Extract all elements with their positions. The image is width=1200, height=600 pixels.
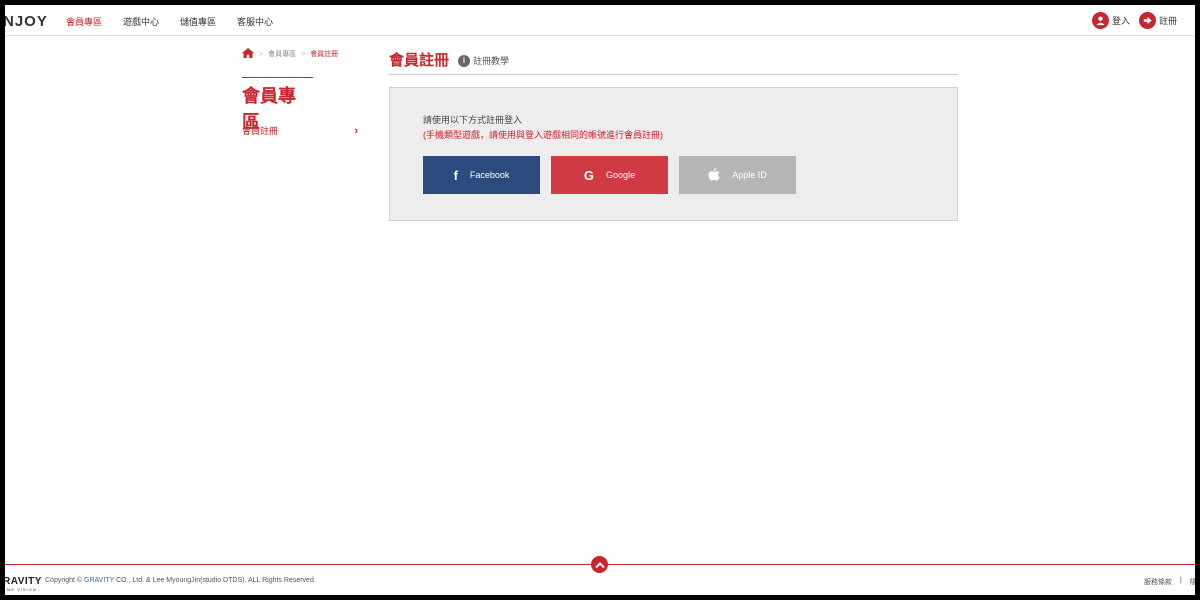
- instruction-text: 請使用以下方式註冊登入: [423, 115, 523, 125]
- copyright-suffix: CO., Ltd. & Lee MyoungJin(studio DTDS). …: [116, 577, 316, 584]
- copyright-prefix: Copyright ©: [45, 577, 83, 584]
- footer-logo-sub: ME VISION: [7, 587, 37, 592]
- copyright-brand[interactable]: GRAVITY: [84, 577, 114, 584]
- nav-item-support[interactable]: 客服中心: [237, 15, 273, 28]
- info-icon: i: [458, 54, 471, 67]
- home-icon[interactable]: [242, 48, 254, 60]
- breadcrumb: > 會員專區 > 會員註冊: [242, 48, 338, 60]
- footer-link-separator: |: [1180, 577, 1182, 584]
- top-header: NJOY 會員專區 遊戲中心 儲值專區 客服中心 登入 註冊: [5, 5, 1195, 36]
- breadcrumb-member[interactable]: 會員專區: [268, 49, 296, 59]
- tutorial-link[interactable]: i 註冊教學: [458, 54, 509, 67]
- arrow-right-icon: [1138, 12, 1156, 29]
- footer-link-privacy[interactable]: 隱私: [1190, 577, 1195, 587]
- chevron-up-icon: [594, 561, 605, 568]
- footer-logo: RAVITY: [5, 576, 42, 587]
- apple-button[interactable]: Apple ID: [679, 156, 796, 194]
- page-title: 會員註冊: [389, 52, 450, 69]
- login-link[interactable]: 登入: [1091, 12, 1130, 29]
- chevron-right-icon: ›: [354, 124, 358, 137]
- google-button[interactable]: G Google: [551, 156, 668, 194]
- copyright-text: Copyright © GRAVITY CO., Ltd. & Lee Myou…: [45, 577, 316, 584]
- nav-item-topup[interactable]: 儲值專區: [180, 15, 216, 28]
- google-label: Google: [606, 170, 636, 180]
- page-header: 會員註冊 i 註冊教學: [389, 49, 958, 75]
- site-logo[interactable]: NJOY: [5, 13, 48, 30]
- page-frame: NJOY 會員專區 遊戲中心 儲值專區 客服中心 登入 註冊 > 會員專區 > …: [5, 5, 1195, 595]
- register-link[interactable]: 註冊: [1138, 12, 1177, 29]
- back-to-top-button[interactable]: [591, 556, 608, 573]
- breadcrumb-separator: >: [259, 50, 264, 58]
- register-label: 註冊: [1158, 16, 1177, 26]
- user-icon: [1091, 12, 1109, 29]
- facebook-icon: f: [453, 167, 458, 183]
- breadcrumb-current: 會員註冊: [310, 51, 339, 58]
- facebook-button[interactable]: f Facebook: [423, 156, 540, 194]
- apple-label: Apple ID: [732, 170, 767, 180]
- sidebar-item-register[interactable]: 會員註冊 ›: [242, 124, 358, 137]
- apple-icon: [708, 168, 720, 182]
- nav-item-games[interactable]: 遊戲中心: [123, 15, 159, 28]
- facebook-label: Facebook: [469, 170, 510, 180]
- user-links: 登入 註冊: [1091, 12, 1177, 29]
- nav-item-member[interactable]: 會員專區: [66, 15, 102, 28]
- login-label: 登入: [1111, 16, 1130, 26]
- note-text: (手機類型遊戲，請使用與登入遊戲相同的帳號進行會員註冊): [423, 130, 663, 140]
- register-panel: 請使用以下方式註冊登入 (手機類型遊戲，請使用與登入遊戲相同的帳號進行會員註冊)…: [389, 87, 958, 221]
- footer-links: 服務條款 | 隱私: [1144, 577, 1195, 587]
- breadcrumb-separator: >: [301, 50, 306, 58]
- main-nav: 會員專區 遊戲中心 儲值專區 客服中心: [66, 15, 273, 28]
- footer-link-terms[interactable]: 服務條款: [1144, 577, 1172, 587]
- google-icon: G: [583, 167, 595, 183]
- sidebar-item-label: 會員註冊: [242, 126, 279, 136]
- tutorial-label: 註冊教學: [473, 56, 510, 66]
